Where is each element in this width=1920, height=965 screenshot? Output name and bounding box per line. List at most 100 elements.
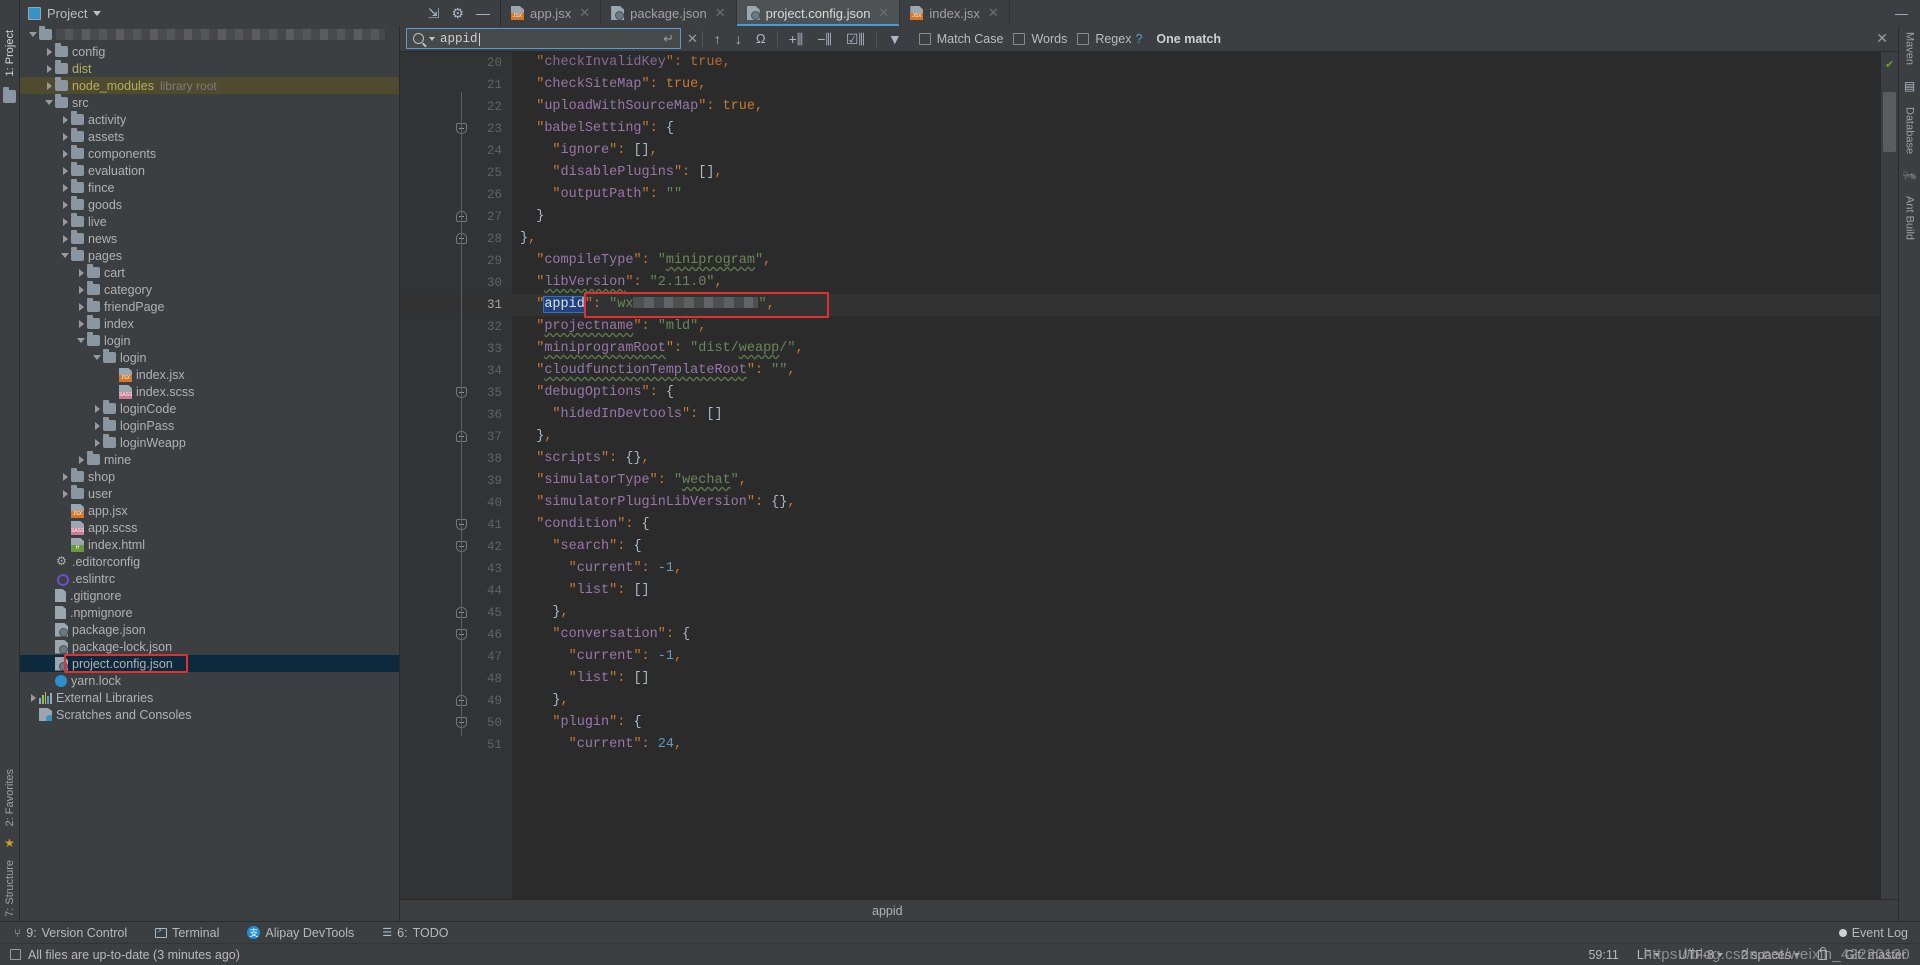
tree-row[interactable]: loginWeapp <box>20 434 399 451</box>
tree-expand-arrow-icon[interactable] <box>60 488 71 499</box>
close-icon[interactable]: ✕ <box>715 5 726 21</box>
search-input[interactable]: appid ↵ <box>406 28 681 49</box>
gear-icon[interactable]: ⚙ <box>451 6 464 20</box>
tree-row[interactable]: category <box>20 281 399 298</box>
tree-expand-arrow-icon[interactable] <box>76 284 87 295</box>
tab-app-jsx[interactable]: JSX app.jsx ✕ <box>501 0 602 26</box>
collapse-all-icon[interactable]: ⇲ <box>428 6 440 20</box>
tree-row[interactable]: src <box>20 94 399 111</box>
line-number-gutter[interactable]: 20 21 22 23 24 25 26 27 28 29 30 31 32 33 34 35 36 37 38 39… <box>400 52 512 899</box>
code-content[interactable]: "checkInvalidKey": true, "checkSiteMap":… <box>512 52 1880 899</box>
tree-row[interactable]: Hindex.html <box>20 536 399 553</box>
sidebar-item-structure[interactable]: 7: Structure <box>4 860 16 917</box>
close-icon[interactable]: ✕ <box>988 5 999 21</box>
tree-row[interactable]: login <box>20 332 399 349</box>
project-tree[interactable]: config dist node_modules library root src act… <box>20 26 399 921</box>
error-stripe-gutter[interactable]: ✔ <box>1880 52 1898 899</box>
tree-expand-arrow-icon[interactable] <box>60 131 71 142</box>
chevron-down-icon[interactable] <box>93 10 102 16</box>
tree-row[interactable]: .gitignore <box>20 587 399 604</box>
sidebar-item-database[interactable]: Database <box>1904 107 1916 154</box>
tree-row[interactable]: node_modules library root <box>20 77 399 94</box>
tree-expand-arrow-icon[interactable] <box>60 182 71 193</box>
tree-expand-arrow-icon[interactable] <box>60 250 71 261</box>
regex-checkbox[interactable] <box>1077 32 1090 45</box>
tree-row[interactable]: package.json <box>20 621 399 638</box>
tree-row[interactable]: .npmignore <box>20 604 399 621</box>
tree-expand-arrow-icon[interactable] <box>60 199 71 210</box>
caret-position[interactable]: 59:11 <box>1588 948 1618 962</box>
tree-expand-arrow-icon[interactable] <box>92 352 103 363</box>
tree-row[interactable]: activity <box>20 111 399 128</box>
tree-expand-arrow-icon[interactable] <box>60 471 71 482</box>
tree-row[interactable]: live <box>20 213 399 230</box>
tree-expand-arrow-icon[interactable] <box>76 454 87 465</box>
tree-row[interactable]: ⚙ .editorconfig <box>20 553 399 570</box>
tree-row[interactable]: loginCode <box>20 400 399 417</box>
tree-row[interactable]: pages <box>20 247 399 264</box>
tree-row[interactable]: cart <box>20 264 399 281</box>
clear-search-icon[interactable]: ✕ <box>687 31 698 47</box>
tree-expand-arrow-icon[interactable] <box>28 29 39 40</box>
toolwindow-terminal[interactable]: Terminal <box>141 926 233 940</box>
match-all-icon[interactable]: Ω <box>749 32 773 45</box>
tree-expand-arrow-icon[interactable] <box>44 97 55 108</box>
tree-row[interactable]: index <box>20 315 399 332</box>
tree-expand-arrow-icon[interactable] <box>44 80 55 91</box>
match-case-checkbox[interactable] <box>918 32 931 45</box>
tree-row[interactable]: .eslintrc <box>20 570 399 587</box>
tree-row[interactable]: dist <box>20 60 399 77</box>
tree-expand-arrow-icon[interactable] <box>44 63 55 74</box>
prev-match-icon[interactable]: ↑ <box>707 32 728 46</box>
tree-expand-arrow-icon[interactable] <box>44 46 55 57</box>
tree-expand-arrow-icon[interactable] <box>60 233 71 244</box>
close-icon[interactable]: ✕ <box>878 5 889 21</box>
tree-row[interactable]: project.config.json <box>20 655 399 672</box>
remove-selection-icon[interactable]: −⫼ <box>810 32 839 46</box>
tree-row[interactable]: user <box>20 485 399 502</box>
sidebar-item-favorites[interactable]: 2: Favorites <box>4 769 16 826</box>
tab-package-json[interactable]: package.json ✕ <box>601 0 737 26</box>
tree-expand-arrow-icon[interactable] <box>92 403 103 414</box>
tab-index-jsx[interactable]: JSX index.jsx ✕ <box>900 0 1010 26</box>
tree-row[interactable]: news <box>20 230 399 247</box>
tree-expand-arrow-icon[interactable] <box>76 318 87 329</box>
tree-row[interactable]: config <box>20 43 399 60</box>
tree-row[interactable]: components <box>20 145 399 162</box>
tree-expand-arrow-icon[interactable] <box>60 114 71 125</box>
minimize-icon[interactable]: — <box>476 6 490 20</box>
tree-row[interactable]: Scratches and Consoles <box>20 706 399 723</box>
tree-expand-arrow-icon[interactable] <box>76 335 87 346</box>
tree-row[interactable]: yarn.lock <box>20 672 399 689</box>
chevron-down-icon[interactable] <box>429 36 435 41</box>
tree-expand-arrow-icon[interactable] <box>92 437 103 448</box>
tree-expand-arrow-icon[interactable] <box>60 216 71 227</box>
sidebar-item-ant-build[interactable]: Ant Build <box>1904 196 1916 240</box>
next-match-icon[interactable]: ↓ <box>728 32 749 46</box>
tree-row[interactable]: shop <box>20 468 399 485</box>
select-all-occurrences-icon[interactable]: ☑⫼ <box>839 32 872 46</box>
tree-row[interactable]: package-lock.json <box>20 638 399 655</box>
toolwindow-todo[interactable]: ☰ 6: TODO <box>368 926 462 940</box>
tree-expand-arrow-icon[interactable] <box>76 301 87 312</box>
words-checkbox[interactable] <box>1013 32 1026 45</box>
tree-expand-arrow-icon[interactable] <box>92 420 103 431</box>
tree-expand-arrow-icon[interactable] <box>60 148 71 159</box>
close-find-toolbar-icon[interactable]: ✕ <box>1876 30 1898 47</box>
tree-row[interactable]: mine <box>20 451 399 468</box>
match-case-option[interactable]: Match Case <box>918 32 1003 46</box>
toolwindow-alipay-devtools[interactable]: 支 Alipay DevTools <box>233 926 368 940</box>
toolwindow-version-control[interactable]: ⑂ 9: Version Control <box>0 926 141 940</box>
tree-row[interactable]: assets <box>20 128 399 145</box>
regex-help-icon[interactable]: ? <box>1135 32 1142 46</box>
tree-row[interactable]: SASS app.scss <box>20 519 399 536</box>
tree-expand-arrow-icon[interactable] <box>76 267 87 278</box>
tree-expand-arrow-icon[interactable] <box>28 692 39 703</box>
tree-expand-arrow-icon[interactable] <box>60 165 71 176</box>
tree-row[interactable]: External Libraries <box>20 689 399 706</box>
filter-icon[interactable]: ▼ <box>881 32 909 46</box>
tab-project-config-json[interactable]: project.config.json ✕ <box>736 0 901 26</box>
tree-row[interactable]: SASS index.scss <box>20 383 399 400</box>
tree-row[interactable]: friendPage <box>20 298 399 315</box>
words-option[interactable]: Words <box>1013 32 1067 46</box>
